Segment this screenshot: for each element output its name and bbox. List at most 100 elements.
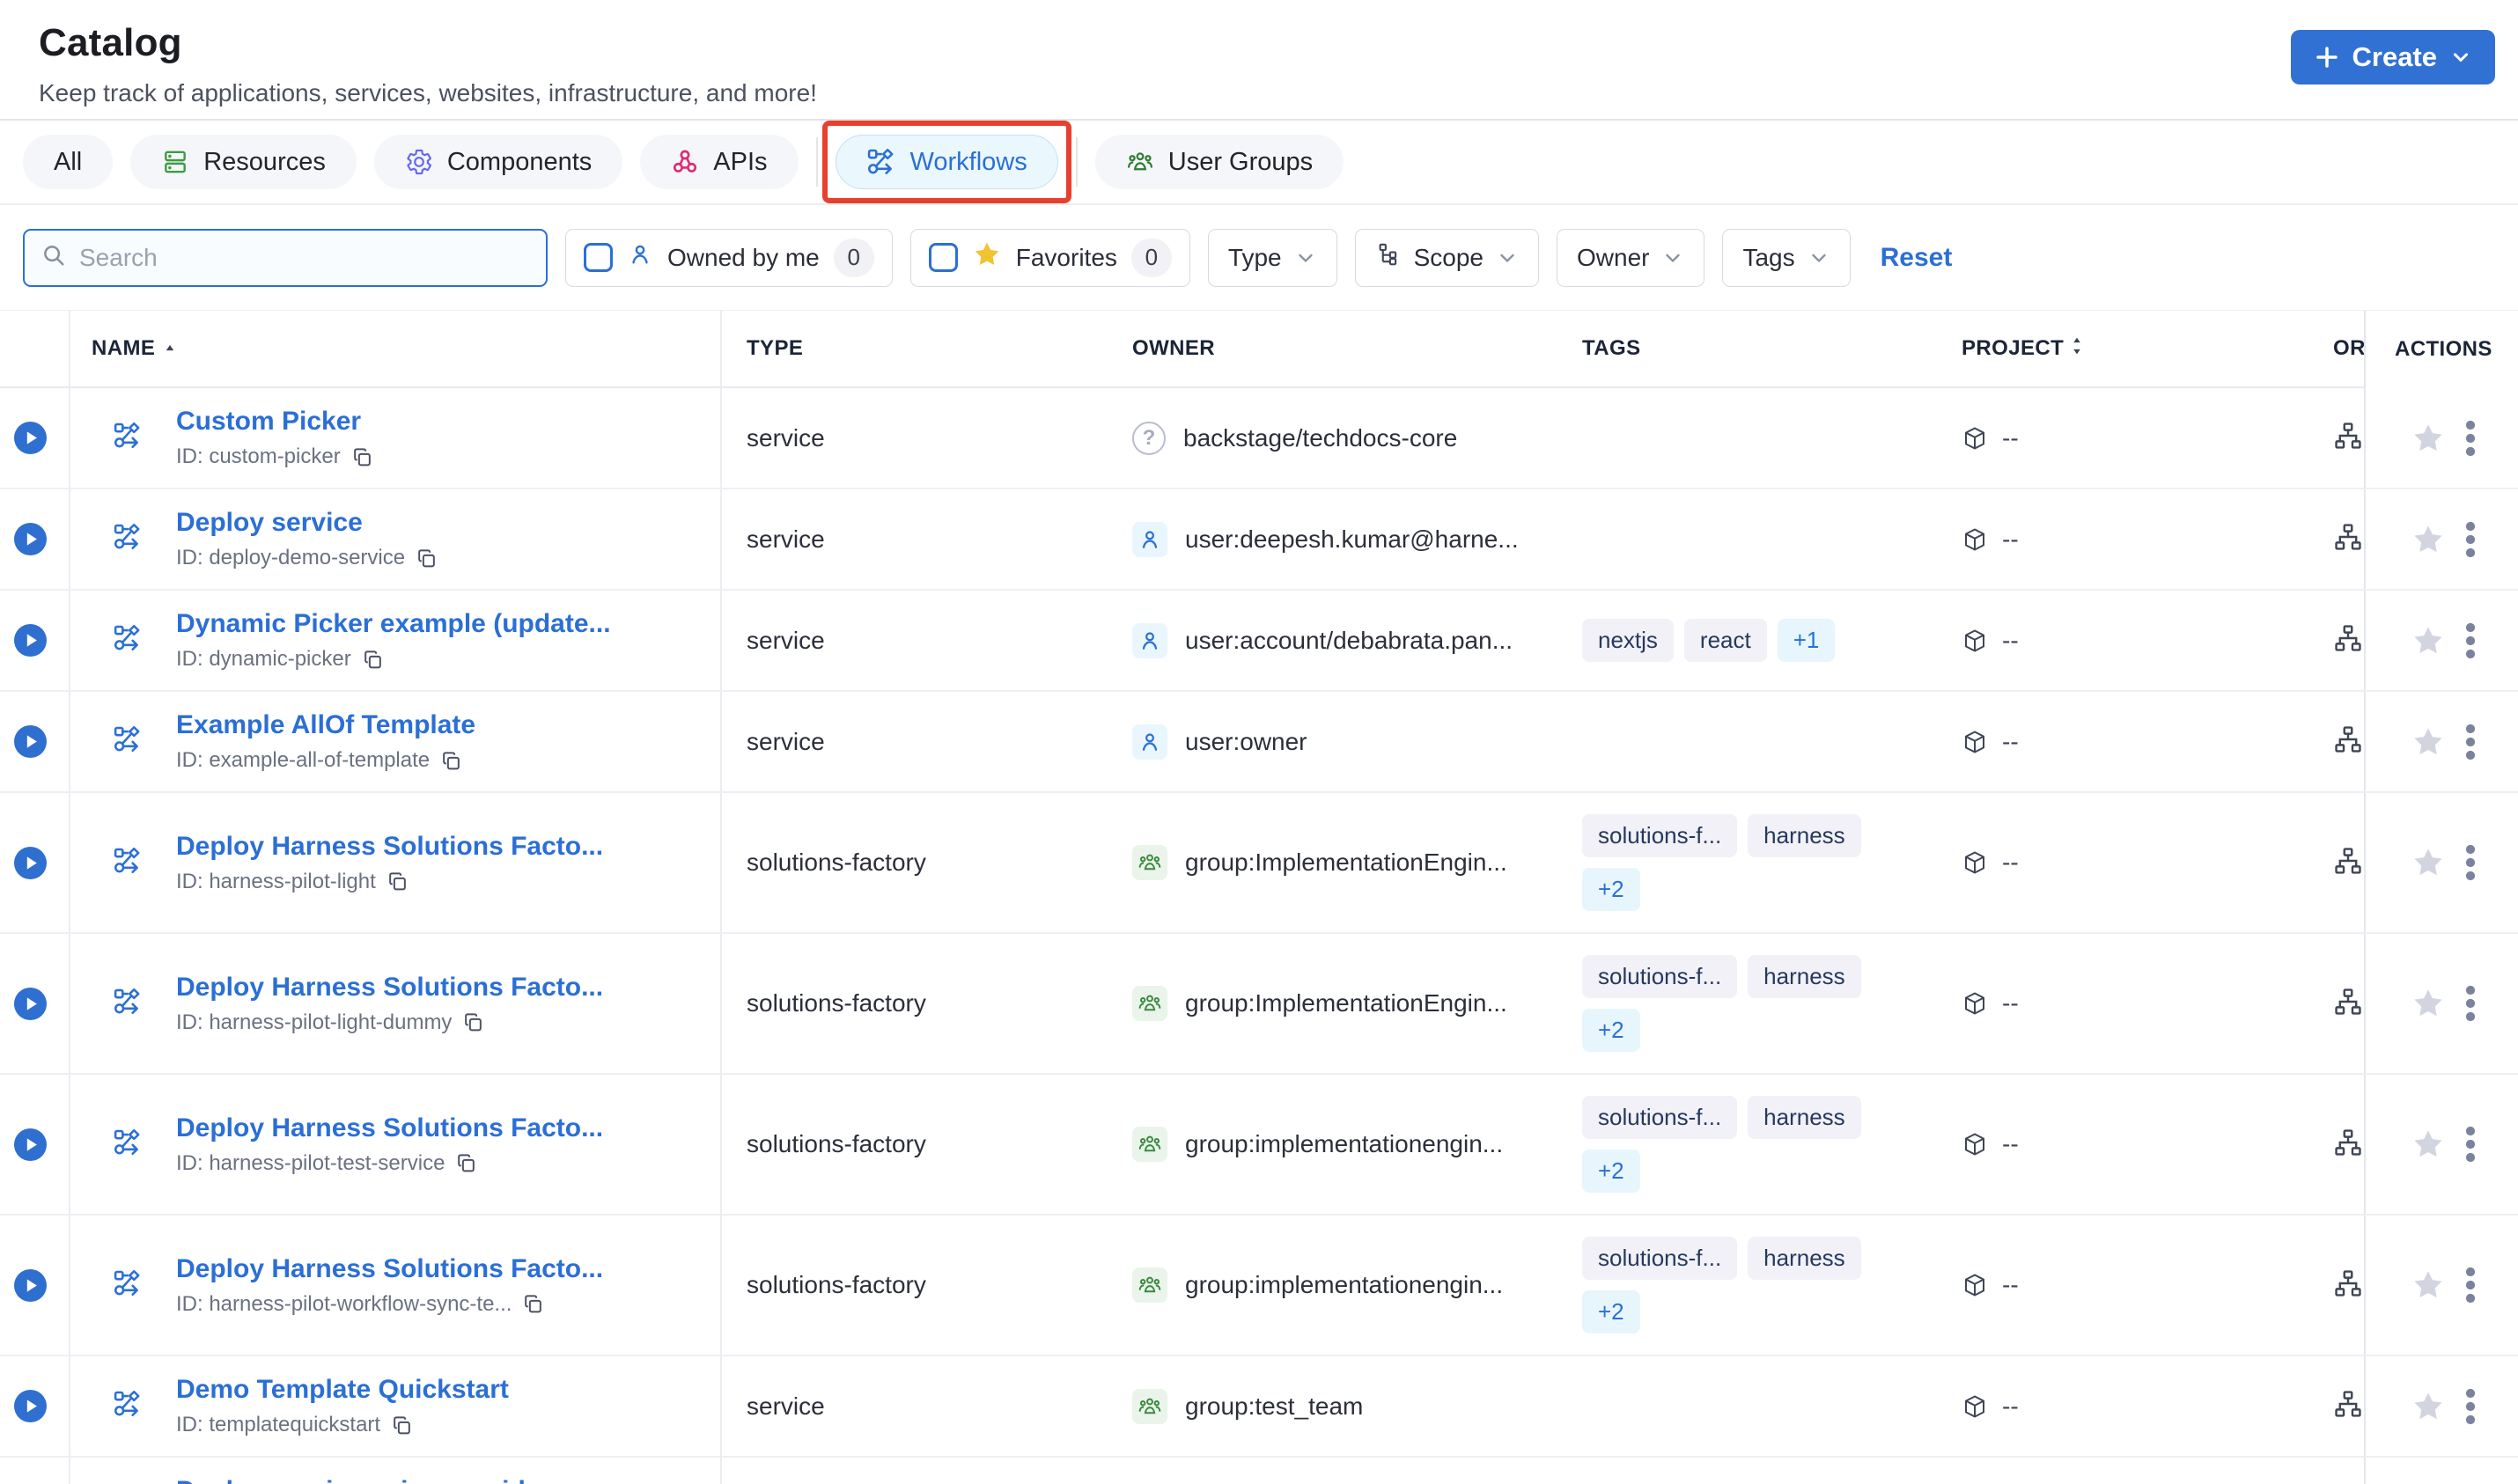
more-actions-button[interactable]: [2465, 1267, 2476, 1304]
more-actions-button[interactable]: [2465, 844, 2476, 881]
favorite-star-button[interactable]: [2411, 986, 2446, 1021]
owner-text: group:test_team: [1185, 1392, 1364, 1420]
workflow-name-link[interactable]: Demo Template Quickstart: [176, 1375, 509, 1405]
tags-cell: solutions-f... harness +2: [1558, 1216, 1937, 1355]
run-workflow-button[interactable]: [14, 725, 47, 758]
owned-by-me-label: Owned by me: [667, 243, 820, 271]
workflow-id-line: ID: harness-pilot-light-dummy: [176, 1010, 603, 1035]
workflow-icon: [113, 623, 143, 658]
favorite-star-button[interactable]: [2411, 845, 2446, 880]
filter-dropdowns: Type Scope Owner Tags: [1207, 228, 1851, 287]
run-workflow-button[interactable]: [14, 987, 47, 1020]
tag-overflow-pill[interactable]: +2: [1582, 868, 1640, 911]
more-actions-button[interactable]: [2465, 521, 2476, 558]
favorite-star-button[interactable]: [2411, 623, 2446, 658]
favorite-star-button[interactable]: [2411, 421, 2446, 456]
components-icon: [405, 148, 433, 176]
run-workflow-button[interactable]: [14, 422, 47, 454]
header-tags: TAGS: [1558, 311, 1937, 388]
reset-filters-button[interactable]: Reset: [1881, 243, 1953, 273]
header-project[interactable]: PROJECT: [1937, 311, 2316, 388]
copy-icon[interactable]: [522, 1293, 544, 1315]
filter-dropdown-tags[interactable]: Tags: [1722, 228, 1851, 287]
run-workflow-button[interactable]: [14, 846, 47, 879]
run-workflow-button[interactable]: [14, 523, 47, 555]
favorites-checkbox[interactable]: [928, 243, 958, 272]
header-name[interactable]: NAME: [70, 311, 722, 388]
tab-separator: [815, 137, 818, 187]
favorite-star-button[interactable]: [2411, 522, 2446, 557]
workflow-id: ID: dynamic-picker: [176, 647, 351, 671]
filter-dropdown-owner[interactable]: Owner: [1557, 228, 1705, 287]
run-workflow-button[interactable]: [14, 1268, 47, 1302]
favorites-label: Favorites: [1015, 243, 1117, 271]
copy-icon[interactable]: [416, 547, 438, 569]
run-workflow-button[interactable]: [14, 1128, 47, 1161]
actions-cell: [2364, 1356, 2518, 1456]
more-actions-button[interactable]: [2465, 1126, 2476, 1163]
tag-overflow-pill[interactable]: +2: [1582, 1290, 1640, 1333]
copy-icon[interactable]: [455, 1152, 477, 1174]
workflow-name-link[interactable]: Deploy Harness Solutions Facto...: [176, 973, 603, 1003]
more-actions-button[interactable]: [2465, 985, 2476, 1022]
more-actions-button[interactable]: [2465, 420, 2476, 457]
org-cell: [2316, 1389, 2364, 1423]
more-actions-button[interactable]: [2465, 724, 2476, 760]
tag-pill: react: [1683, 619, 1767, 662]
tab-apis[interactable]: APIs: [640, 135, 799, 189]
workflow-name-link[interactable]: Deploy service using x-api-key...: [176, 1476, 582, 1484]
owner-text: user:account/debabrata.pan...: [1185, 626, 1513, 654]
tag-overflow-pill[interactable]: +2: [1582, 1009, 1640, 1052]
workflow-id-line: ID: custom-picker: [176, 444, 373, 469]
filter-dropdown-type[interactable]: Type: [1207, 228, 1337, 287]
search-input[interactable]: [79, 243, 530, 272]
workflow-name-link[interactable]: Example AllOf Template: [176, 710, 475, 740]
favorite-star-button[interactable]: [2411, 1267, 2446, 1303]
workflow-name-link[interactable]: Deploy Harness Solutions Facto...: [176, 1113, 603, 1143]
workflow-name-link[interactable]: Deploy service: [176, 508, 438, 538]
copy-icon[interactable]: [462, 1011, 484, 1033]
tab-resources[interactable]: Resources: [130, 135, 357, 189]
favorite-star-button[interactable]: [2411, 1127, 2446, 1162]
page-subtitle: Keep track of applications, services, we…: [39, 79, 817, 107]
tab-components[interactable]: Components: [373, 135, 623, 189]
tag-overflow-pill[interactable]: +2: [1582, 1150, 1640, 1193]
copy-icon[interactable]: [387, 871, 409, 893]
tag-overflow-pill[interactable]: +1: [1777, 619, 1836, 662]
more-actions-button[interactable]: [2465, 1388, 2476, 1425]
header-owner: OWNER: [1108, 311, 1558, 388]
name-cell: Deploy Harness Solutions Facto... ID: har…: [70, 1216, 722, 1355]
favorite-star-button[interactable]: [2411, 724, 2446, 760]
owner-text: backstage/techdocs-core: [1183, 423, 1458, 452]
tab-user-groups[interactable]: User Groups: [1094, 135, 1344, 189]
workflow-name-link[interactable]: Custom Picker: [176, 407, 373, 437]
tab-all[interactable]: All: [23, 135, 114, 189]
copy-icon[interactable]: [362, 649, 384, 671]
create-button[interactable]: Create: [2290, 30, 2495, 84]
workflow-name-link[interactable]: Deploy Harness Solutions Facto...: [176, 832, 603, 862]
more-actions-button[interactable]: [2465, 622, 2476, 659]
copy-icon[interactable]: [391, 1414, 413, 1436]
favorite-star-button[interactable]: [2411, 1389, 2446, 1424]
workflow-name-link[interactable]: Dynamic Picker example (update...: [176, 609, 611, 639]
copy-icon[interactable]: [351, 446, 373, 468]
resources-icon: [161, 148, 189, 176]
tab-workflows[interactable]: Workflows: [821, 121, 1071, 203]
tag-pill: solutions-f...: [1582, 955, 1738, 998]
copy-icon[interactable]: [440, 750, 462, 772]
star-icon: [972, 239, 1002, 275]
tab-separator: [1075, 137, 1078, 187]
table-body: Custom Picker ID: custom-picker service? ba…: [0, 388, 2518, 1484]
catalog-kind-tabs: All Resources Components APIs Workflows User …: [0, 121, 2518, 205]
project-cell: --: [1937, 1130, 2316, 1158]
run-workflow-button[interactable]: [14, 624, 47, 657]
owned-by-me-filter[interactable]: Owned by me 0: [565, 228, 893, 287]
name-cell: Deploy service using x-api-key...ID: xap…: [70, 1458, 722, 1484]
workflow-name-link[interactable]: Deploy Harness Solutions Facto...: [176, 1254, 603, 1284]
cube-icon: [1962, 1272, 1988, 1298]
run-workflow-button[interactable]: [14, 1390, 47, 1422]
owned-by-me-checkbox[interactable]: [584, 243, 613, 272]
filter-dropdown-scope[interactable]: Scope: [1354, 228, 1540, 287]
favorites-filter[interactable]: Favorites 0: [909, 228, 1190, 287]
type-cell: solutions-factory: [747, 989, 926, 1017]
